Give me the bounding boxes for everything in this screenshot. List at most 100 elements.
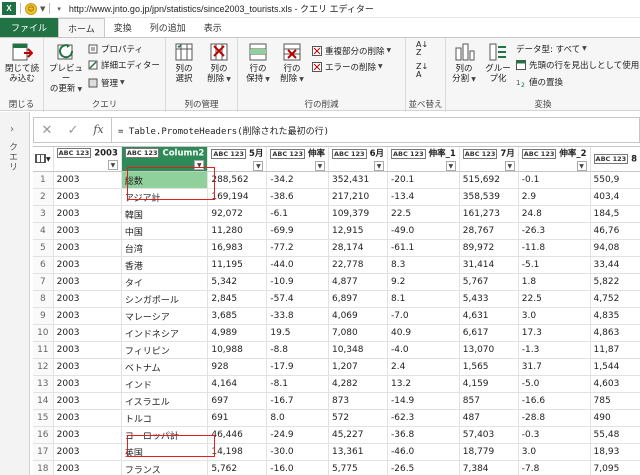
table-cell[interactable]: -0.3 bbox=[518, 426, 591, 444]
table-cell[interactable]: タイ bbox=[121, 273, 209, 291]
table-cell[interactable]: 2003 bbox=[53, 341, 122, 359]
table-cell[interactable]: -30.0 bbox=[266, 443, 329, 461]
table-cell[interactable]: 7,384 bbox=[459, 460, 519, 475]
table-cell[interactable]: 31,414 bbox=[459, 256, 519, 274]
table-cell[interactable]: 2003 bbox=[53, 409, 122, 427]
table-cell[interactable]: -5.1 bbox=[518, 256, 591, 274]
table-cell[interactable]: 572 bbox=[328, 409, 389, 427]
table-cell[interactable]: 46,446 bbox=[207, 426, 268, 444]
column-header-rate-2[interactable]: ABC 123 伸率_2 ▼ bbox=[518, 147, 591, 172]
table-row[interactable]: 3 2003 韓国 92,072 -6.1 109,379 22.5 161,273 24.8 1… bbox=[33, 205, 640, 223]
remove-errors-button[interactable]: エラーの削除 ▼ bbox=[312, 60, 383, 73]
filter-dropdown-icon[interactable]: ▼ bbox=[107, 160, 118, 171]
table-cell[interactable]: 2003 bbox=[53, 256, 122, 274]
table-cell[interactable]: 韓国 bbox=[121, 205, 209, 223]
table-cell[interactable]: 17.3 bbox=[518, 324, 591, 342]
filter-dropdown-icon[interactable]: ▼ bbox=[445, 161, 456, 171]
type-any-icon[interactable]: ABC 123 bbox=[124, 147, 160, 158]
table-row[interactable]: 8 2003 シンガポール 2,845 -57.4 6,897 8.1 5,433 22.5 4,… bbox=[33, 290, 640, 308]
type-any-icon[interactable]: ABC 123 bbox=[270, 148, 305, 159]
table-cell[interactable]: -10.9 bbox=[266, 273, 329, 291]
table-cell[interactable]: フランス bbox=[121, 460, 209, 475]
queries-pane-collapsed[interactable]: › クエリ bbox=[0, 112, 30, 475]
table-cell[interactable]: 11,280 bbox=[207, 222, 268, 240]
filter-dropdown-icon[interactable]: ▼ bbox=[194, 160, 205, 171]
type-any-icon[interactable]: ABC 123 bbox=[593, 153, 629, 164]
table-row[interactable]: 13 2003 インド 4,164 -8.1 4,282 13.2 4,159 -5.0 4,60… bbox=[33, 375, 640, 393]
table-cell[interactable]: 45,227 bbox=[328, 426, 389, 444]
column-header-may[interactable]: ABC 123 5月 ▼ bbox=[207, 147, 268, 172]
table-cell[interactable]: 7,080 bbox=[328, 324, 389, 342]
table-cell[interactable]: 550,9 bbox=[590, 171, 640, 189]
table-cell[interactable]: 2003 bbox=[53, 375, 122, 393]
table-cell[interactable]: 5,767 bbox=[459, 273, 519, 291]
table-row[interactable]: 12 2003 ベトナム 928 -17.9 1,207 2.4 1,565 31.7 1,544 bbox=[33, 358, 640, 376]
table-cell[interactable]: -16.0 bbox=[266, 460, 329, 475]
table-cell[interactable]: 697 bbox=[207, 392, 268, 410]
filter-dropdown-icon[interactable]: ▼ bbox=[374, 161, 384, 171]
table-cell[interactable]: 2003 bbox=[53, 358, 122, 376]
type-any-icon[interactable]: ABC 123 bbox=[56, 147, 92, 158]
table-cell[interactable]: 2003 bbox=[53, 324, 122, 342]
table-cell[interactable]: -46.0 bbox=[387, 443, 460, 461]
table-cell[interactable]: -17.9 bbox=[266, 358, 329, 376]
table-cell[interactable]: -1.3 bbox=[518, 341, 591, 359]
table-cell[interactable]: -8.8 bbox=[266, 341, 329, 359]
tab-add-column[interactable]: 列の追加 bbox=[141, 18, 195, 37]
table-cell[interactable]: -24.9 bbox=[266, 426, 329, 444]
table-row[interactable]: 18 2003 フランス 5,762 -16.0 5,775 -26.5 7,384 -7.8 7… bbox=[33, 460, 640, 475]
table-cell[interactable]: シンガポール bbox=[121, 290, 209, 308]
table-cell[interactable]: -8.1 bbox=[266, 375, 329, 393]
table-cell[interactable]: 4,877 bbox=[328, 273, 389, 291]
table-cell[interactable]: 13.2 bbox=[387, 375, 460, 393]
qat-customize-icon[interactable]: ▾ bbox=[57, 5, 61, 13]
table-cell[interactable]: 873 bbox=[328, 392, 389, 410]
refresh-preview-button[interactable]: プレビュー の更新 ▼ bbox=[46, 42, 86, 95]
table-cell[interactable]: 台湾 bbox=[121, 239, 209, 257]
table-cell[interactable]: -57.4 bbox=[266, 290, 329, 308]
table-cell[interactable]: 2003 bbox=[53, 290, 122, 308]
column-header-column2[interactable]: ABC 123 Column2 ▼ bbox=[121, 147, 209, 172]
table-cell[interactable]: -16.7 bbox=[266, 392, 329, 410]
table-cell[interactable]: 2003 bbox=[53, 222, 122, 240]
type-any-icon[interactable]: ABC 123 bbox=[331, 148, 367, 159]
expand-queries-icon[interactable]: › bbox=[10, 124, 14, 135]
table-cell[interactable]: -7.8 bbox=[518, 460, 591, 475]
table-cell[interactable]: -5.0 bbox=[518, 375, 591, 393]
remove-duplicates-button[interactable]: 重複部分の削除 ▼ bbox=[312, 44, 391, 57]
table-cell[interactable]: 403,4 bbox=[590, 188, 640, 206]
table-cell[interactable]: 785 bbox=[590, 392, 640, 410]
table-cell[interactable]: トルコ bbox=[121, 409, 209, 427]
table-cell[interactable]: 184,5 bbox=[590, 205, 640, 223]
table-cell[interactable]: -28.8 bbox=[518, 409, 591, 427]
table-cell[interactable]: 13,361 bbox=[328, 443, 389, 461]
table-cell[interactable]: -26.3 bbox=[518, 222, 591, 240]
table-menu-button[interactable]: ▼ bbox=[33, 147, 54, 172]
use-first-row-header-button[interactable]: 先頭の行を見出しとして使用 bbox=[516, 58, 639, 71]
feedback-smiley-icon[interactable]: ☺ bbox=[25, 2, 37, 15]
table-cell[interactable]: 4,159 bbox=[459, 375, 519, 393]
table-cell[interactable]: -38.6 bbox=[266, 188, 329, 206]
tab-transform[interactable]: 変換 bbox=[105, 18, 141, 37]
table-cell[interactable]: 1,565 bbox=[459, 358, 519, 376]
table-cell[interactable]: 2003 bbox=[53, 171, 122, 189]
table-cell[interactable]: 94,08 bbox=[590, 239, 640, 257]
split-column-button[interactable]: 列の 分割 ▼ bbox=[448, 42, 480, 85]
close-load-button[interactable]: 閉じて読 み込む bbox=[4, 42, 40, 84]
table-cell[interactable]: -69.9 bbox=[266, 222, 329, 240]
column-header-rate[interactable]: ABC 123 伸率 ▼ bbox=[266, 147, 329, 172]
tab-view[interactable]: 表示 bbox=[195, 18, 231, 37]
filter-dropdown-icon[interactable]: ▼ bbox=[504, 161, 515, 171]
tab-home[interactable]: ホーム bbox=[58, 18, 105, 37]
table-row[interactable]: 1 2003 総数 288,562 -34.2 352,431 -20.1 515,692 -0… bbox=[33, 171, 640, 189]
table-cell[interactable]: 92,072 bbox=[207, 205, 268, 223]
table-cell[interactable]: 18,93 bbox=[590, 443, 640, 461]
table-cell[interactable]: 総数 bbox=[121, 171, 209, 189]
table-cell[interactable]: 10,348 bbox=[328, 341, 389, 359]
table-cell[interactable]: 4,069 bbox=[328, 307, 389, 325]
table-cell[interactable]: -44.0 bbox=[266, 256, 329, 274]
table-cell[interactable]: 161,273 bbox=[459, 205, 519, 223]
table-cell[interactable]: 487 bbox=[459, 409, 519, 427]
table-cell[interactable]: 4,282 bbox=[328, 375, 389, 393]
table-cell[interactable]: 55,48 bbox=[590, 426, 640, 444]
